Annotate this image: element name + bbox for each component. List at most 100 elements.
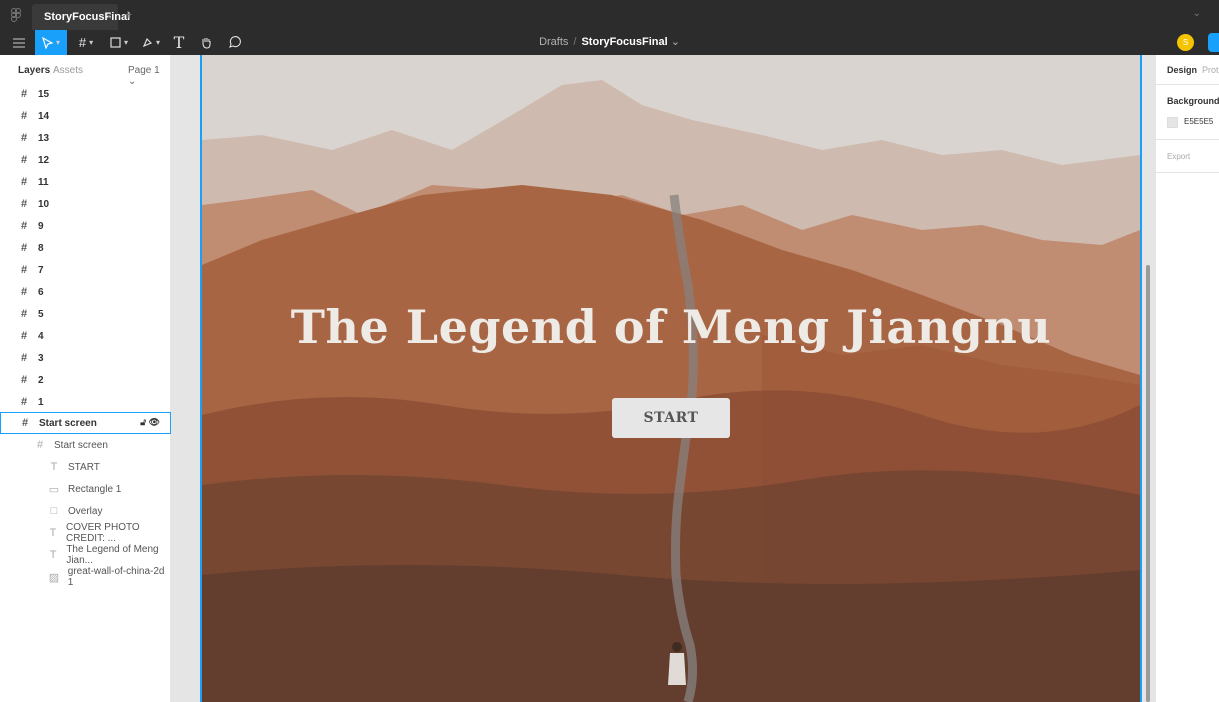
layer-label: 15	[38, 88, 50, 100]
layer-frame-7[interactable]: #7	[0, 259, 171, 281]
layer-frame-10[interactable]: #10	[0, 193, 171, 215]
frame-icon: #	[20, 352, 28, 364]
divider	[1156, 139, 1219, 140]
layer-frame-14[interactable]: #14	[0, 105, 171, 127]
layer-frame-3[interactable]: #3	[0, 347, 171, 369]
layer-label: START	[68, 461, 100, 473]
layer-frame-15[interactable]: #15	[0, 83, 171, 105]
export-heading[interactable]: Export	[1167, 152, 1190, 161]
layer-start-text[interactable]: T START	[0, 456, 171, 478]
figma-logo-icon[interactable]	[9, 8, 23, 22]
layer-frame-6[interactable]: #6	[0, 281, 171, 303]
cover-title[interactable]: The Legend of Meng Jiangnu	[202, 300, 1140, 354]
layer-label: 4	[38, 330, 44, 342]
text-layer-icon: T	[49, 527, 57, 539]
layer-label: 9	[38, 220, 44, 232]
frame-icon: #	[20, 396, 28, 408]
file-name[interactable]: StoryFocusFinal	[581, 36, 667, 48]
frame-icon: #	[20, 286, 28, 298]
divider	[1156, 84, 1219, 85]
title-bar: StoryFocusFinal × + ⌄	[0, 0, 1219, 30]
layer-label: 1	[38, 396, 44, 408]
divider	[1156, 172, 1219, 173]
layer-label: 5	[38, 308, 44, 320]
layer-label: 13	[38, 132, 50, 144]
layer-frame-4[interactable]: #4	[0, 325, 171, 347]
layer-start-screen[interactable]: # Start screen 🔓︎ 👁︎	[0, 412, 171, 434]
layer-label: great-wall-of-china-2d 1	[67, 566, 165, 588]
frame-icon: #	[20, 198, 28, 210]
layer-frame-9[interactable]: #9	[0, 215, 171, 237]
layer-label: 3	[38, 352, 44, 364]
layer-frame-8[interactable]: #8	[0, 237, 171, 259]
left-panel-tabs: Layers Assets Page 1 ⌄	[0, 55, 170, 87]
layer-frame-5[interactable]: #5	[0, 303, 171, 325]
background-hex-value[interactable]: E5E5E5	[1184, 117, 1213, 126]
frame-icon: #	[20, 264, 28, 276]
layer-label: Overlay	[68, 505, 103, 517]
frame-icon: #	[21, 417, 29, 429]
layer-label: COVER PHOTO CREDIT: ...	[65, 522, 140, 544]
layer-label: 12	[38, 154, 50, 166]
layer-rectangle[interactable]: ▭ Rectangle 1	[0, 478, 171, 500]
frame-icon: #	[20, 308, 28, 320]
layer-frame-12[interactable]: #12	[0, 149, 171, 171]
rectangle-layer-icon: □	[50, 505, 58, 517]
start-screen-frame[interactable]: The Legend of Meng Jiangnu START	[200, 55, 1142, 702]
layer-label: 11	[38, 176, 49, 188]
lock-visibility-icons[interactable]: 🔓︎ 👁︎	[140, 417, 160, 428]
breadcrumb-separator: /	[573, 36, 577, 48]
frame-icon: #	[20, 374, 28, 386]
canvas[interactable]: The Legend of Meng Jiangnu START	[171, 55, 1155, 702]
new-tab-icon[interactable]: +	[124, 6, 132, 22]
design-panel: Design Prot Background E5E5E5 Export	[1155, 55, 1219, 702]
layer-overlay[interactable]: □ Overlay	[0, 500, 171, 522]
layer-image[interactable]: ▨ great-wall-of-china-2d 1	[0, 566, 171, 588]
text-layer-icon: T	[49, 549, 57, 561]
layer-label: 6	[38, 286, 44, 298]
canvas-scrollbar[interactable]	[1146, 265, 1150, 702]
toolbar: ▾ # ▾ ▾ ▾ T Drafts / StoryFocusFinal ⌄ S	[0, 30, 1219, 55]
breadcrumb: Drafts / StoryFocusFinal ⌄	[0, 30, 1219, 55]
layer-label: 7	[38, 264, 44, 276]
file-tab[interactable]: StoryFocusFinal ×	[32, 4, 130, 30]
window-menu-icon[interactable]: ⌄	[1193, 8, 1201, 19]
tab-prototype[interactable]: Prot	[1202, 65, 1219, 75]
layer-frame-13[interactable]: #13	[0, 127, 171, 149]
rectangle-layer-icon: ▭	[48, 483, 60, 496]
background-color-swatch[interactable]	[1167, 117, 1178, 128]
frame-icon: #	[20, 132, 28, 144]
layer-label: The Legend of Meng Jian...	[66, 544, 159, 566]
close-tab-icon[interactable]: ×	[106, 4, 112, 30]
frame-icon: #	[20, 176, 28, 188]
layer-frame-2[interactable]: #2	[0, 369, 171, 391]
breadcrumb-drafts[interactable]: Drafts	[539, 36, 568, 48]
share-button[interactable]	[1208, 33, 1219, 52]
frame-icon: #	[20, 330, 28, 342]
text-layer-icon: T	[50, 461, 58, 473]
tab-assets[interactable]: Assets	[53, 65, 83, 76]
layer-frame-1[interactable]: #1	[0, 391, 171, 413]
frame-icon: #	[20, 220, 28, 232]
frame-icon: #	[20, 88, 28, 100]
layer-start-screen-group[interactable]: # Start screen	[0, 434, 171, 456]
layer-title-text[interactable]: T The Legend of Meng Jian...	[0, 544, 171, 566]
layer-credit-text[interactable]: T COVER PHOTO CREDIT: ...	[0, 522, 171, 544]
layer-label: Start screen	[39, 417, 97, 429]
chevron-down-icon[interactable]: ⌄	[671, 36, 680, 48]
frame-icon: #	[20, 154, 28, 166]
layer-frame-11[interactable]: #11	[0, 171, 171, 193]
start-button[interactable]: START	[612, 398, 730, 438]
layer-label: 14	[38, 110, 50, 122]
tab-design[interactable]: Design	[1167, 65, 1197, 75]
file-tab-label: StoryFocusFinal	[44, 11, 131, 23]
layers-panel: Layers Assets Page 1 ⌄ #15 #14 #13 #12 #11 #1…	[0, 55, 171, 702]
layer-label: 2	[38, 374, 44, 386]
frame-icon: #	[20, 242, 28, 254]
tab-layers[interactable]: Layers	[18, 65, 50, 76]
avatar[interactable]: S	[1177, 34, 1194, 51]
frame-icon: #	[20, 110, 28, 122]
cover-illustration	[202, 55, 1140, 702]
background-heading: Background	[1167, 96, 1219, 106]
layer-label: 10	[38, 198, 50, 210]
